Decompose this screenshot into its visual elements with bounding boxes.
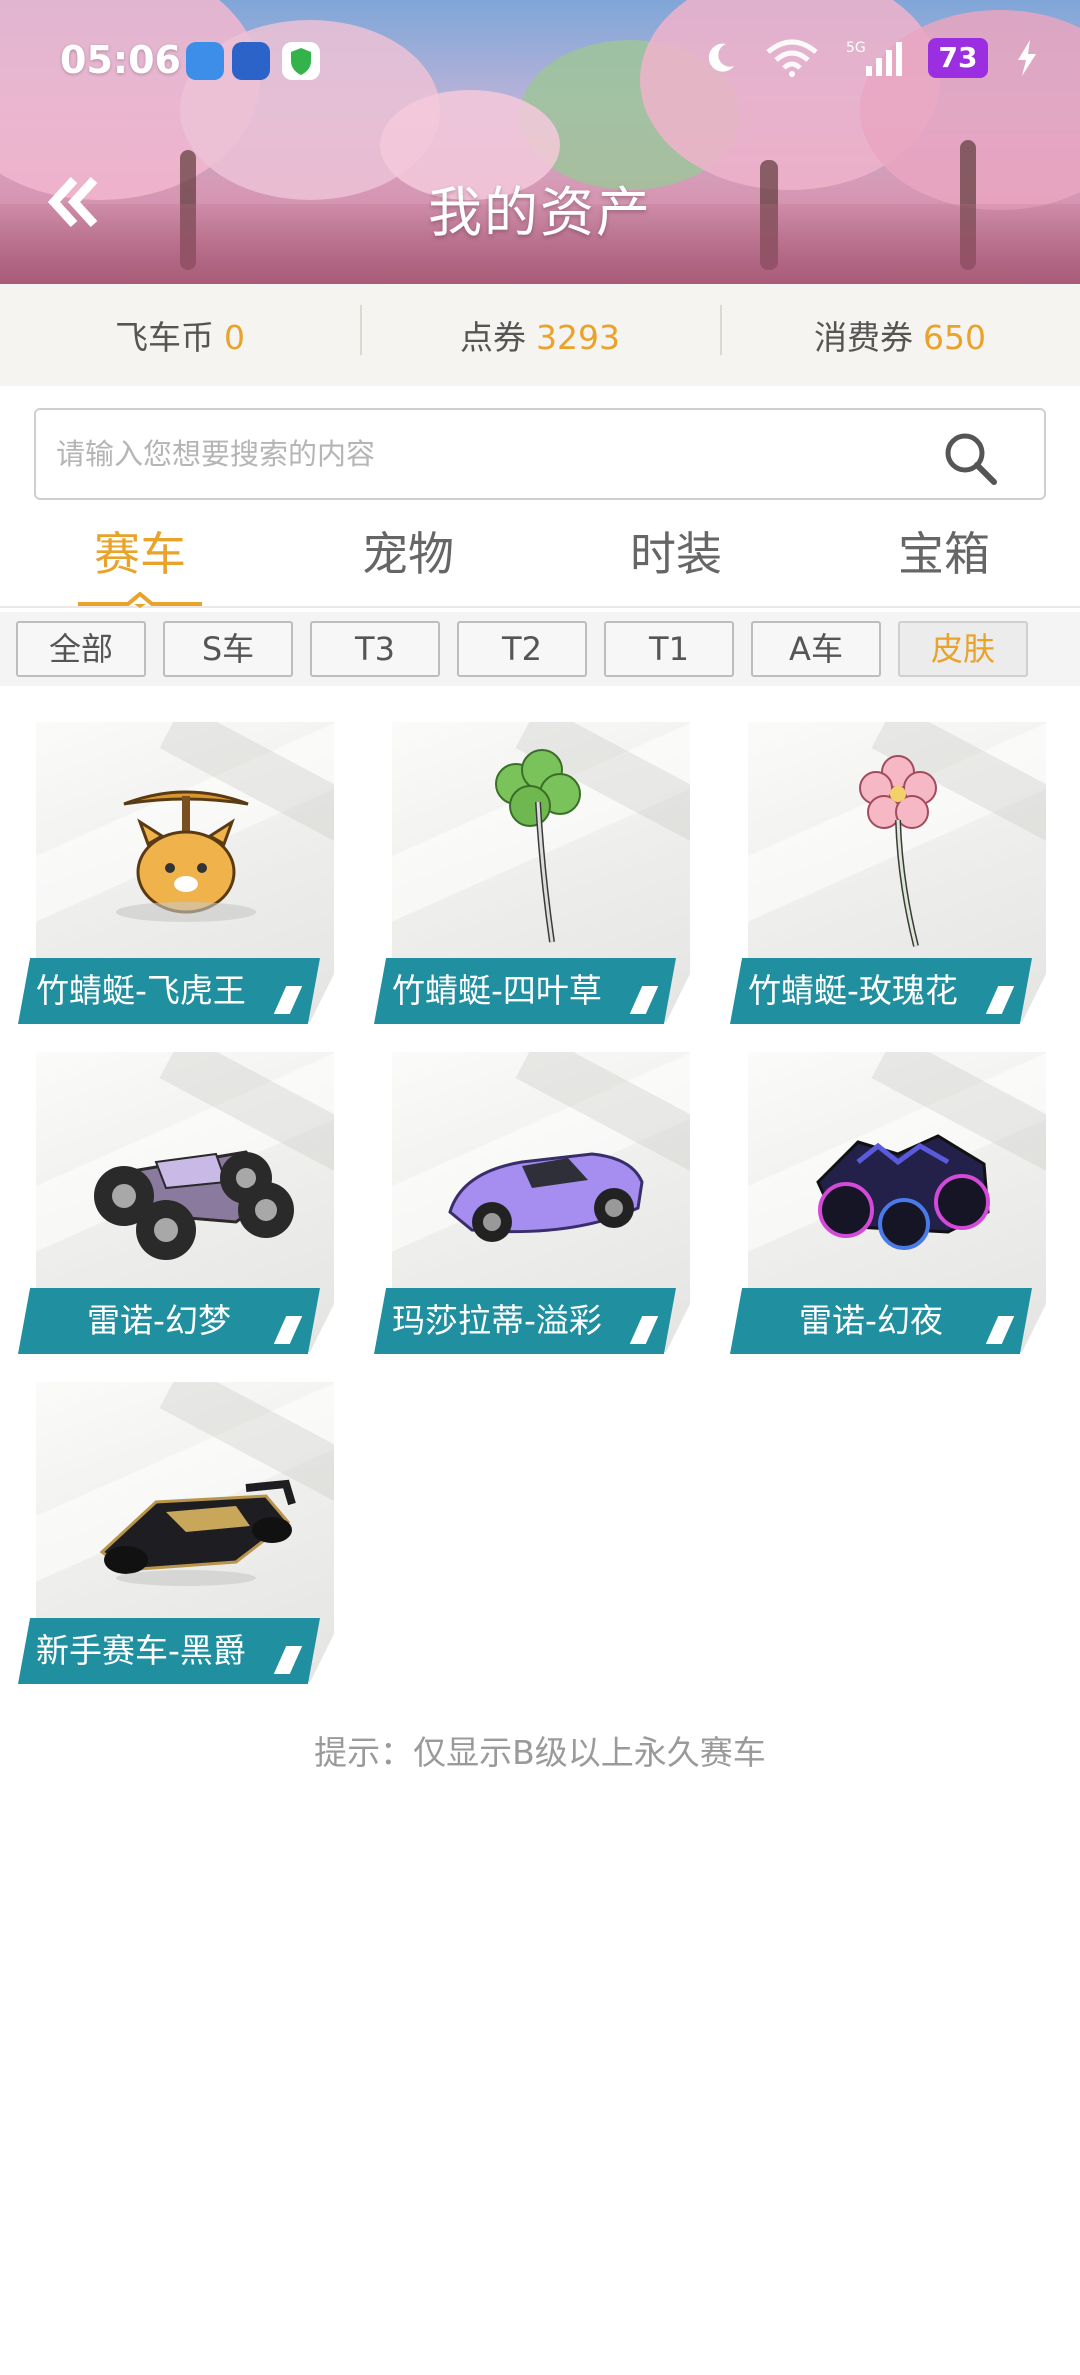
charging-icon	[1018, 40, 1036, 76]
active-tab-indicator	[78, 592, 202, 608]
item-name-label: 新手赛车-黑爵	[18, 1618, 320, 1684]
item-name: 竹蜻蜓-四叶草	[392, 971, 602, 1010]
hint-text: 提示：仅显示B级以上永久赛车	[314, 1733, 766, 1772]
item-name-label: 雷诺-幻夜	[730, 1288, 1032, 1354]
currency-vouchers: 消费券 650	[720, 305, 1080, 359]
item-name: 玛莎拉蒂-溢彩	[392, 1301, 602, 1340]
filter-t3[interactable]: T3	[310, 621, 440, 677]
page-title: 我的资产	[428, 181, 652, 244]
currency-value: 650	[923, 318, 986, 357]
currency-points: 点券 3293	[360, 305, 720, 359]
item-name: 竹蜻蜓-飞虎王	[36, 971, 246, 1010]
search-icon[interactable]	[940, 428, 1000, 488]
flower-propeller-icon	[859, 755, 937, 947]
item-name: 新手赛车-黑爵	[36, 1631, 246, 1670]
category-tabs: 赛车 宠物 时装 宝箱	[0, 508, 1080, 608]
battery-indicator: 73	[928, 38, 988, 78]
asset-item[interactable]: 竹蜻蜓-飞虎王	[18, 722, 334, 1024]
item-name: 雷诺-幻梦	[87, 1301, 231, 1340]
kart-car-icon	[99, 1479, 296, 1586]
item-name-label: 竹蜻蜓-四叶草	[374, 958, 676, 1024]
asset-item[interactable]: 新手赛车-黑爵	[18, 1382, 334, 1684]
sports-car-icon	[448, 1152, 644, 1242]
clover-propeller-icon	[495, 749, 581, 943]
tab-outfits[interactable]: 时装	[576, 518, 776, 584]
status-time: 05:06	[60, 38, 181, 82]
item-name-label: 雷诺-幻梦	[18, 1288, 320, 1354]
item-name-label: 竹蜻蜓-飞虎王	[18, 958, 320, 1024]
status-bar: 05:06 5G 73	[0, 30, 1080, 94]
status-indicators: 5G 73	[702, 38, 1040, 78]
currency-label: 消费券	[814, 318, 913, 357]
tab-chests[interactable]: 宝箱	[844, 518, 1044, 584]
game-app-icon	[232, 42, 270, 80]
currency-feiche-coin: 飞车币 0	[0, 311, 360, 359]
network-type-label: 5G	[846, 40, 866, 56]
currency-value: 0	[224, 318, 245, 357]
shield-app-icon	[282, 42, 320, 80]
currency-bar: 飞车币 0 点券 3293 消费券 650	[0, 284, 1080, 386]
filter-t2[interactable]: T2	[457, 621, 587, 677]
asset-item[interactable]: 雷诺-幻梦	[18, 1052, 334, 1354]
item-name-label: 竹蜻蜓-玫瑰花	[730, 958, 1032, 1024]
filter-skin[interactable]: 皮肤	[898, 621, 1028, 677]
filter-all[interactable]: 全部	[16, 621, 146, 677]
search-input[interactable]	[56, 410, 916, 498]
weather-app-icon	[186, 42, 224, 80]
item-name: 竹蜻蜓-玫瑰花	[748, 971, 958, 1010]
filter-bar: 全部 S车 T3 T2 T1 A车 皮肤	[0, 612, 1080, 686]
search-box	[34, 408, 1046, 500]
asset-item[interactable]: 雷诺-幻夜	[730, 1052, 1046, 1354]
currency-label: 点券	[460, 318, 526, 357]
header-banner: 05:06 5G 73 我的资产	[0, 0, 1080, 284]
moon-icon	[708, 43, 734, 72]
wifi-icon	[766, 39, 818, 77]
asset-item[interactable]: 玛莎拉蒂-溢彩	[374, 1052, 690, 1354]
armored-car-icon	[816, 1134, 990, 1250]
currency-label: 飞车币	[115, 318, 214, 357]
asset-item[interactable]: 竹蜻蜓-玫瑰花	[730, 722, 1046, 1024]
tab-pets[interactable]: 宠物	[308, 518, 508, 584]
tab-cars[interactable]: 赛车	[40, 518, 240, 584]
tiger-propeller-icon	[116, 790, 256, 922]
buggy-car-icon	[94, 1150, 294, 1260]
signal-icon: 5G	[846, 40, 902, 76]
filter-a-car[interactable]: A车	[751, 621, 881, 677]
asset-item[interactable]: 竹蜻蜓-四叶草	[374, 722, 690, 1024]
filter-s-car[interactable]: S车	[163, 621, 293, 677]
currency-value: 3293	[536, 318, 620, 357]
filter-t1[interactable]: T1	[604, 621, 734, 677]
item-name: 雷诺-幻夜	[799, 1301, 943, 1340]
item-name-label: 玛莎拉蒂-溢彩	[374, 1288, 676, 1354]
